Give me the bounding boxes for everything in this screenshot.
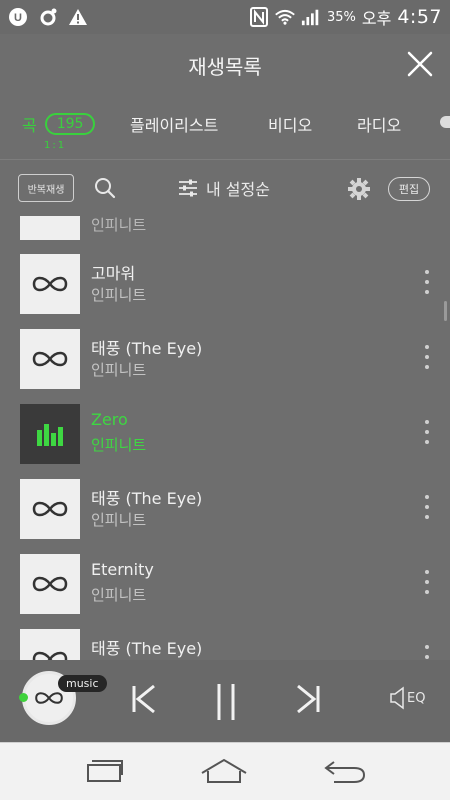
eq-button[interactable]: EQ xyxy=(389,686,425,710)
home-button[interactable] xyxy=(198,757,247,785)
more-options-button[interactable] xyxy=(422,570,432,594)
tab-bar: 곡 195 1:1 플레이리스트 비디오 라디오 xyxy=(0,96,450,160)
tab-radio[interactable]: 라디오 xyxy=(357,112,401,136)
sliders-icon xyxy=(179,179,197,197)
settings-button[interactable] xyxy=(347,177,371,201)
track-artist: 인피니트 xyxy=(91,286,147,304)
close-button[interactable] xyxy=(406,50,434,78)
album-art xyxy=(20,329,80,389)
recent-apps-button[interactable] xyxy=(82,757,126,785)
track-artist: 인피니트 xyxy=(91,361,147,379)
track-title: 태풍 (The Eye) xyxy=(91,639,203,658)
track-title: 고마워 xyxy=(91,264,136,283)
infinity-logo-icon xyxy=(32,576,68,592)
cloud-sync-icon xyxy=(38,7,58,27)
album-art xyxy=(20,554,80,614)
status-time: 4:57 xyxy=(397,6,442,28)
tab-video[interactable]: 비디오 xyxy=(268,112,312,136)
infinity-logo-icon xyxy=(32,351,68,367)
album-art xyxy=(20,216,80,240)
track-artist: 인피니트 xyxy=(91,586,147,604)
list-toolbar: 반복재생 내 설정순 편집 xyxy=(0,160,450,216)
song-count-badge: 195 xyxy=(44,113,96,135)
nfc-icon xyxy=(249,7,269,27)
sort-button[interactable]: 내 설정순 xyxy=(178,176,270,200)
track-title: Zero xyxy=(91,410,128,429)
more-options-button[interactable] xyxy=(422,345,432,369)
battery-unit: % xyxy=(343,9,356,25)
pause-icon xyxy=(217,684,235,720)
scrollbar[interactable] xyxy=(444,301,447,321)
infinity-logo-icon xyxy=(35,692,63,704)
battery-percent: 35 xyxy=(326,9,344,25)
track-title: 태풍 (The Eye) xyxy=(91,489,203,508)
more-options-button[interactable] xyxy=(422,420,432,444)
system-nav-bar xyxy=(0,742,450,800)
more-options-button[interactable] xyxy=(422,270,432,294)
equalizer-icon xyxy=(37,424,63,446)
back-icon xyxy=(324,761,366,783)
album-art xyxy=(20,479,80,539)
tab-song[interactable]: 곡 195 xyxy=(22,112,96,136)
speaker-icon xyxy=(390,686,404,710)
edit-label: 편집 xyxy=(398,183,420,196)
tab-playlist[interactable]: 플레이리스트 xyxy=(130,112,218,136)
infinity-logo-icon xyxy=(32,651,68,660)
close-icon xyxy=(407,51,433,77)
list-item[interactable]: 고마워 인피니트 xyxy=(0,254,450,329)
track-list: 인피니트 고마워 인피니트 태풍 (The Eye) 인피니트 Zero 인피니… xyxy=(0,216,450,660)
now-playing-art xyxy=(20,404,80,464)
track-title: 태풍 (The Eye) xyxy=(91,339,203,358)
gear-icon xyxy=(348,178,370,200)
sort-label: 내 설정순 xyxy=(206,180,270,199)
pause-button[interactable] xyxy=(210,682,242,720)
wifi-icon xyxy=(275,7,295,27)
previous-button[interactable] xyxy=(128,682,160,716)
tab-song-subtext: 1:1 xyxy=(44,140,67,151)
page-title: 재생목록 xyxy=(188,54,262,79)
album-art xyxy=(20,629,80,660)
album-art xyxy=(20,254,80,314)
next-icon xyxy=(297,684,320,714)
previous-icon xyxy=(132,684,155,714)
search-button[interactable] xyxy=(94,177,116,199)
more-options-button[interactable] xyxy=(422,645,432,660)
status-bar: U 35% 오후 4:57 xyxy=(0,0,450,34)
signal-icon xyxy=(301,7,321,27)
tab-overflow-indicator[interactable] xyxy=(440,116,450,128)
status-ampm: 오후 xyxy=(361,9,392,28)
progress-indicator xyxy=(19,693,28,702)
track-artist: 인피니트 xyxy=(91,511,147,529)
track-artist: 인피니트 xyxy=(91,216,147,234)
search-icon xyxy=(95,178,116,199)
list-item[interactable]: 태풍 (The Eye) xyxy=(0,629,450,660)
back-button[interactable] xyxy=(320,757,366,785)
warning-icon xyxy=(68,7,88,27)
infinity-logo-icon xyxy=(32,501,68,517)
list-item[interactable]: 태풍 (The Eye) 인피니트 xyxy=(0,479,450,554)
list-item[interactable]: Eternity 인피니트 xyxy=(0,554,450,629)
playlist-header: 재생목록 xyxy=(0,34,450,96)
more-options-button[interactable] xyxy=(422,495,432,519)
recent-apps-icon xyxy=(87,760,123,782)
track-title: Eternity xyxy=(91,560,154,579)
repeat-button[interactable]: 반복재생 xyxy=(18,174,74,202)
list-item-now-playing[interactable]: Zero 인피니트 xyxy=(0,404,450,479)
home-icon xyxy=(201,758,247,783)
u-plus-icon: U xyxy=(8,7,28,27)
svg-text:U: U xyxy=(14,12,22,24)
track-artist: 인피니트 xyxy=(91,436,147,454)
list-item[interactable]: 태풍 (The Eye) 인피니트 xyxy=(0,329,450,404)
tab-song-label: 곡 xyxy=(22,116,37,135)
next-button[interactable] xyxy=(292,682,324,716)
list-item[interactable]: 인피니트 xyxy=(0,216,450,240)
music-badge: music xyxy=(58,675,107,692)
mini-player: music EQ xyxy=(0,660,450,742)
edit-button[interactable]: 편집 xyxy=(388,177,430,201)
infinity-logo-icon xyxy=(32,276,68,292)
repeat-label: 반복재생 xyxy=(27,184,65,196)
eq-label: EQ xyxy=(407,690,426,706)
